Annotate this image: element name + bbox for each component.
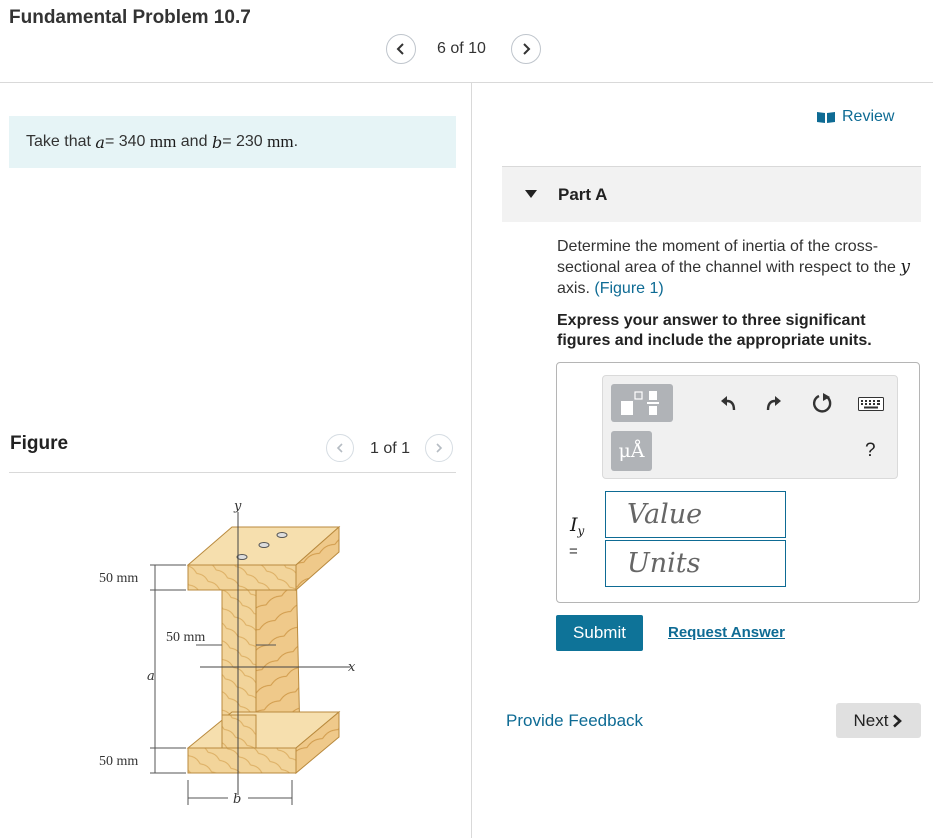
chevron-right-icon — [436, 443, 443, 453]
answer-instructions: Express your answer to three significant… — [557, 312, 872, 349]
next-label: Next — [853, 710, 889, 730]
given-prefix: Take that — [26, 133, 91, 150]
redo-icon[interactable] — [763, 393, 783, 413]
question-text: Determine the moment of inertia of the c… — [557, 236, 917, 299]
question-var: y — [900, 257, 910, 277]
page-title: Fundamental Problem 10.7 — [9, 7, 251, 28]
y-axis-label: y — [233, 499, 242, 514]
review-label: Review — [842, 108, 895, 125]
math-toolbar: μÅ ? — [602, 375, 898, 479]
figure-divider — [9, 472, 456, 473]
next-figure-button[interactable] — [425, 434, 453, 462]
units-input[interactable]: Units — [605, 540, 786, 587]
answer-label: Iy — [570, 514, 584, 538]
given-unit-a: mm — [149, 132, 177, 151]
answer-equals: = — [569, 543, 578, 560]
nail-head — [276, 532, 288, 538]
given-var-a: a — [95, 132, 105, 152]
templates-icon — [621, 391, 659, 415]
given-var-b: b — [211, 132, 223, 152]
caret-down-icon — [525, 190, 537, 198]
top-flange-front-face — [187, 564, 297, 591]
request-answer-link[interactable]: Request Answer — [668, 624, 785, 641]
chevron-right-icon — [893, 714, 903, 727]
dimension-bottom-flange: 50 mm — [99, 754, 138, 769]
review-link[interactable]: Review — [816, 108, 894, 126]
keyboard-icon[interactable] — [858, 397, 884, 411]
value-input[interactable]: Value — [605, 491, 786, 538]
units-button[interactable]: μÅ — [611, 431, 652, 471]
provide-feedback-link[interactable]: Provide Feedback — [506, 711, 643, 731]
undo-icon[interactable] — [719, 393, 739, 413]
chevron-left-icon — [336, 443, 343, 453]
question-body: Determine the moment of inertia of the c… — [557, 238, 896, 276]
given-eq-a: = 340 — [104, 133, 146, 150]
figure-pagination: 1 of 1 — [370, 440, 411, 457]
answer-subscript: y — [577, 524, 585, 539]
given-statement: Take that a = 340 mm and b = 230 mm. — [9, 116, 456, 168]
header-divider — [0, 82, 933, 83]
given-eq-b: = 230 — [222, 133, 263, 150]
figure-heading: Figure — [10, 433, 69, 454]
problem-pagination: 6 of 10 — [437, 40, 486, 57]
figure-link[interactable]: (Figure 1) — [594, 280, 663, 297]
part-a-label: Part A — [558, 185, 608, 204]
wooden-beam-figure: x y 50 mm 50 mm a 50 mm b — [99, 499, 356, 807]
web-lower-front — [221, 714, 257, 749]
chevron-left-icon — [396, 43, 404, 55]
part-a-header[interactable]: Part A — [502, 167, 921, 222]
next-problem-button[interactable] — [511, 34, 541, 64]
chevron-right-icon — [523, 43, 531, 55]
bottom-flange-front-face — [187, 747, 297, 774]
given-period: . — [293, 133, 299, 150]
previous-problem-button[interactable] — [386, 34, 416, 64]
given-unit-b: mm — [267, 132, 294, 151]
dimension-web: 50 mm — [166, 630, 205, 645]
answer-var: I — [570, 514, 578, 536]
dimension-a-label: a — [147, 669, 155, 684]
given-and: and — [180, 133, 208, 150]
book-icon — [817, 112, 835, 123]
question-axis: axis. — [557, 280, 590, 297]
nail-head — [258, 542, 270, 548]
dimension-b-label: b — [233, 792, 241, 807]
help-button[interactable]: ? — [865, 440, 876, 462]
next-button[interactable]: Next — [836, 703, 921, 738]
x-axis-label: x — [348, 660, 356, 675]
dimension-top-flange: 50 mm — [99, 571, 138, 586]
submit-button[interactable]: Submit — [556, 615, 643, 651]
column-divider — [471, 83, 472, 838]
templates-button[interactable] — [611, 384, 673, 422]
previous-figure-button[interactable] — [326, 434, 354, 462]
reset-icon[interactable] — [811, 392, 833, 414]
